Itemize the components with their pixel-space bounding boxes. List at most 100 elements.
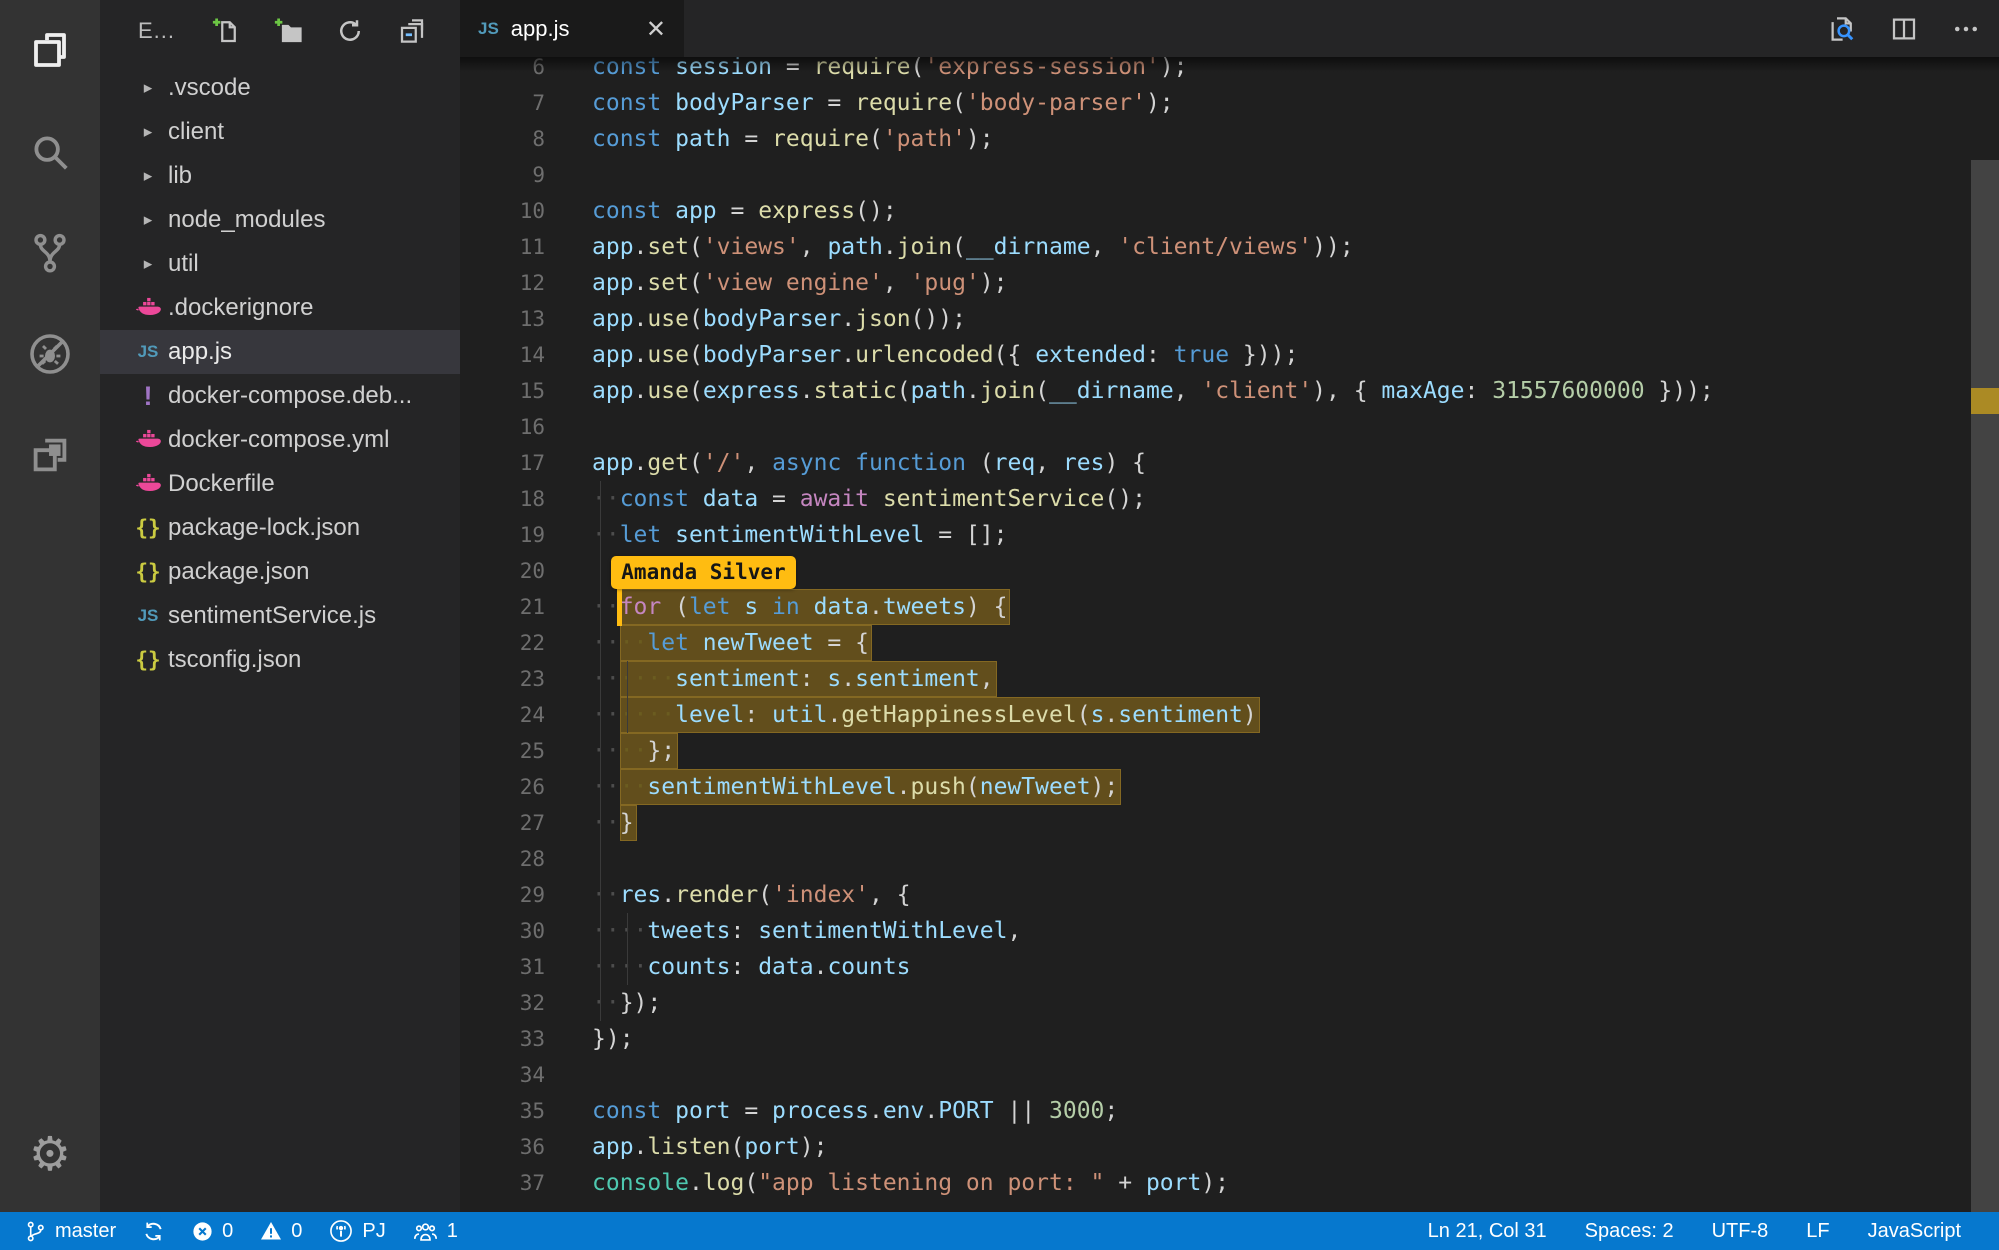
new-file-icon[interactable] bbox=[211, 16, 241, 46]
collapse-folders-icon[interactable] bbox=[397, 16, 427, 46]
status-item-live-share[interactable]: PJ bbox=[328, 1218, 385, 1244]
code-line[interactable]: 28 bbox=[460, 841, 1971, 877]
code-token: 'views' bbox=[703, 234, 800, 260]
code-line[interactable]: 19··let sentimentWithLevel = []; bbox=[460, 517, 1971, 553]
status-item-utf-8[interactable]: UTF-8 bbox=[1712, 1220, 1769, 1243]
tree-item-client[interactable]: ▸client bbox=[100, 110, 460, 154]
close-tab-icon[interactable]: ✕ bbox=[646, 15, 666, 43]
code-line[interactable]: 10const app = express(); bbox=[460, 193, 1971, 229]
line-number: 33 bbox=[460, 1021, 545, 1057]
code-line[interactable]: 35const port = process.env.PORT || 3000; bbox=[460, 1093, 1971, 1129]
search-icon[interactable] bbox=[0, 101, 100, 202]
code-token: newTweet bbox=[703, 630, 814, 656]
code-token: . bbox=[689, 1170, 703, 1196]
tree-item-app-js[interactable]: JSapp.js bbox=[100, 330, 460, 374]
line-number: 21 bbox=[460, 589, 545, 625]
code-token: push bbox=[911, 774, 966, 800]
code-line[interactable]: 37console.log("app listening on port: " … bbox=[460, 1165, 1971, 1201]
code-line[interactable]: 29··res.render('index', { bbox=[460, 877, 1971, 913]
code-line[interactable]: 12app.set('view engine', 'pug'); bbox=[460, 265, 1971, 301]
code-token: ·· bbox=[592, 522, 620, 548]
code-line[interactable]: 24······level: util.getHappinessLevel(s.… bbox=[460, 697, 1971, 733]
tree-item-docker-compose-yml[interactable]: docker-compose.yml bbox=[100, 418, 460, 462]
code-line[interactable]: 25····}; bbox=[460, 733, 1971, 769]
code-token: render bbox=[675, 882, 758, 908]
code-line[interactable]: 36app.listen(port); bbox=[460, 1129, 1971, 1165]
tree-item-package-json[interactable]: {}package.json bbox=[100, 550, 460, 594]
tree-item-util[interactable]: ▸util bbox=[100, 242, 460, 286]
code-token: app bbox=[592, 234, 634, 260]
explorer-icon[interactable] bbox=[0, 0, 100, 101]
new-folder-icon[interactable] bbox=[273, 16, 303, 46]
tree-item-tsconfig-json[interactable]: {}tsconfig.json bbox=[100, 638, 460, 682]
status-item-warning[interactable]: 0 bbox=[259, 1219, 302, 1243]
tree-item-dockerfile[interactable]: Dockerfile bbox=[100, 462, 460, 506]
code-line[interactable]: 22····let newTweet = { bbox=[460, 625, 1971, 661]
status-item-error[interactable]: 0 bbox=[191, 1220, 233, 1243]
code-token: = []; bbox=[924, 522, 1007, 548]
code-line[interactable]: 26····sentimentWithLevel.push(newTweet); bbox=[460, 769, 1971, 805]
vertical-scrollbar[interactable] bbox=[1971, 57, 1999, 1212]
status-label: JavaScript bbox=[1868, 1220, 1961, 1243]
status-item-participants[interactable]: 1 bbox=[412, 1218, 458, 1245]
code-token: let bbox=[620, 522, 675, 548]
code-line[interactable]: 7const bodyParser = require('body-parser… bbox=[460, 85, 1971, 121]
scrollbar-slider[interactable] bbox=[1971, 160, 1999, 1212]
code-line[interactable]: 31····counts: data.counts bbox=[460, 949, 1971, 985]
code-line[interactable]: 20Amanda Silver bbox=[460, 553, 1971, 589]
tree-item-docker-compose-deb-[interactable]: !docker-compose.deb... bbox=[100, 374, 460, 418]
tree-item-label: util bbox=[168, 250, 199, 278]
code-line[interactable]: 8const path = require('path'); bbox=[460, 121, 1971, 157]
tree-item-package-lock-json[interactable]: {}package-lock.json bbox=[100, 506, 460, 550]
code-line[interactable]: 14app.use(bodyParser.urlencoded({ extend… bbox=[460, 337, 1971, 373]
code-line[interactable]: 27··} bbox=[460, 805, 1971, 841]
code-token: join bbox=[897, 234, 952, 260]
status-item-sync[interactable] bbox=[142, 1220, 165, 1243]
tab-app-js[interactable]: JS app.js ✕ bbox=[460, 0, 684, 57]
extensions-icon[interactable] bbox=[0, 404, 100, 505]
tree-item--vscode[interactable]: ▸.vscode bbox=[100, 66, 460, 110]
code-line[interactable]: 32··}); bbox=[460, 985, 1971, 1021]
tree-item-label: sentimentService.js bbox=[168, 602, 376, 630]
code-token: data bbox=[758, 954, 813, 980]
code-line[interactable]: 6const session = require('express-sessio… bbox=[460, 57, 1971, 85]
code-line[interactable]: 23······sentiment: s.sentiment, bbox=[460, 661, 1971, 697]
settings-gear-icon[interactable]: ⚙ bbox=[0, 1127, 100, 1182]
code-line[interactable]: 17app.get('/', async function (req, res)… bbox=[460, 445, 1971, 481]
more-actions-icon[interactable] bbox=[1951, 14, 1981, 44]
code-line[interactable]: 9 bbox=[460, 157, 1971, 193]
tree-item--dockerignore[interactable]: .dockerignore bbox=[100, 286, 460, 330]
code-token: })); bbox=[1229, 342, 1298, 368]
status-label: 0 bbox=[222, 1220, 233, 1243]
indent-guide bbox=[600, 481, 601, 517]
split-editor-icon[interactable] bbox=[1889, 14, 1919, 44]
code-line[interactable]: 16 bbox=[460, 409, 1971, 445]
code-editor[interactable]: 6const session = require('express-sessio… bbox=[460, 57, 1999, 1212]
code-line[interactable]: 18··const data = await sentimentService(… bbox=[460, 481, 1971, 517]
status-item-javascript[interactable]: JavaScript bbox=[1868, 1220, 1961, 1243]
code-token: port bbox=[675, 1098, 730, 1124]
code-line[interactable]: 11app.set('views', path.join(__dirname, … bbox=[460, 229, 1971, 265]
code-line[interactable]: 34 bbox=[460, 1057, 1971, 1093]
tree-item-node-modules[interactable]: ▸node_modules bbox=[100, 198, 460, 242]
code-line[interactable]: 30····tweets: sentimentWithLevel, bbox=[460, 913, 1971, 949]
status-item-ln-21-col-31[interactable]: Ln 21, Col 31 bbox=[1428, 1220, 1547, 1243]
refresh-icon[interactable] bbox=[335, 16, 365, 46]
tree-item-sentimentservice-js[interactable]: JSsentimentService.js bbox=[100, 594, 460, 638]
code-token: . bbox=[827, 702, 841, 728]
code-line[interactable]: 13app.use(bodyParser.json()); bbox=[460, 301, 1971, 337]
code-line[interactable]: 21··for (let s in data.tweets) { bbox=[460, 589, 1971, 625]
debug-icon[interactable] bbox=[0, 303, 100, 404]
code-token: ( bbox=[1077, 702, 1091, 728]
code-line[interactable]: 33}); bbox=[460, 1021, 1971, 1057]
status-item-lf[interactable]: LF bbox=[1806, 1220, 1829, 1243]
indent-guide bbox=[600, 805, 601, 841]
code-token: path bbox=[827, 234, 882, 260]
status-item-git-branch[interactable]: master bbox=[24, 1220, 116, 1243]
status-item-spaces-2[interactable]: Spaces: 2 bbox=[1585, 1220, 1674, 1243]
tree-item-lib[interactable]: ▸lib bbox=[100, 154, 460, 198]
open-preview-icon[interactable] bbox=[1827, 14, 1857, 44]
code-token: use bbox=[647, 306, 689, 332]
code-line[interactable]: 15app.use(express.static(path.join(__dir… bbox=[460, 373, 1971, 409]
source-control-icon[interactable] bbox=[0, 202, 100, 303]
